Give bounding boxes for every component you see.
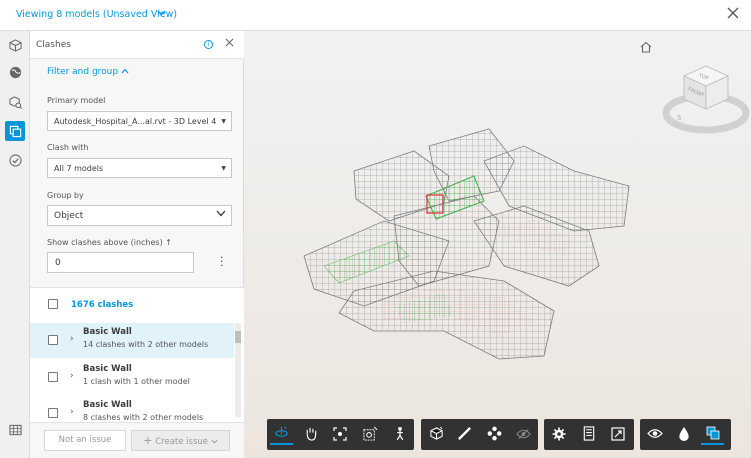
chevron-down-icon bbox=[216, 210, 226, 220]
filter-and-group-toggle[interactable]: Filter and group bbox=[47, 67, 129, 77]
model-viewer[interactable]: TOP FRONT S bbox=[244, 31, 751, 458]
first-person-icon[interactable] bbox=[388, 422, 411, 445]
close-icon[interactable] bbox=[727, 5, 739, 23]
navigation-toolbar bbox=[267, 419, 414, 450]
item-name: Basic Wall bbox=[83, 327, 132, 337]
check-icon[interactable] bbox=[5, 150, 25, 170]
scrollbar-thumb[interactable] bbox=[235, 331, 241, 343]
model-browser-icon[interactable] bbox=[5, 92, 25, 112]
clashes-icon[interactable] bbox=[5, 121, 25, 141]
plus-icon: + bbox=[143, 434, 153, 447]
globe-icon[interactable] bbox=[5, 62, 25, 82]
building-model[interactable]: TOP FRONT S bbox=[244, 31, 751, 458]
settings-toolbar bbox=[544, 419, 634, 450]
left-rail bbox=[0, 31, 30, 458]
modeling-toolbar bbox=[421, 419, 538, 450]
primary-model-select[interactable]: Autodesk_Hospital_A...al.rvt - 3D Level … bbox=[47, 111, 232, 131]
clash-view-icon[interactable] bbox=[701, 422, 724, 445]
create-issue-label: Create issue bbox=[155, 437, 208, 447]
select-all-checkbox[interactable] bbox=[48, 299, 58, 309]
object-isolation-icon[interactable] bbox=[672, 422, 695, 445]
view-cube[interactable]: TOP FRONT S bbox=[662, 65, 750, 134]
measure-icon[interactable] bbox=[453, 422, 476, 445]
cube-icon[interactable] bbox=[5, 35, 25, 55]
ghosting-icon[interactable] bbox=[512, 422, 535, 445]
group-by-value: Object bbox=[54, 211, 84, 221]
clashes-panel: Clashes i Filter and group Primary model… bbox=[30, 31, 244, 458]
fit-to-view-icon[interactable] bbox=[328, 422, 351, 445]
threshold-value: 0 bbox=[55, 258, 61, 268]
chevron-down-icon bbox=[211, 437, 218, 447]
settings-icon[interactable] bbox=[547, 422, 570, 445]
list-item[interactable]: › Basic Wall 14 clashes with 2 other mod… bbox=[30, 323, 234, 358]
clash-toolbar bbox=[640, 419, 731, 450]
group-by-label: Group by bbox=[47, 191, 84, 200]
item-detail: 14 clashes with 2 other models bbox=[83, 340, 209, 349]
item-detail: 1 clash with 1 other model bbox=[83, 377, 190, 386]
panel-header: Clashes i bbox=[30, 31, 244, 59]
chevron-up-icon bbox=[121, 67, 129, 77]
top-bar: Viewing 8 models (Unsaved View) bbox=[0, 0, 751, 31]
item-checkbox[interactable] bbox=[48, 372, 58, 382]
table-icon[interactable] bbox=[5, 420, 25, 440]
action-bar: Not an issue + Create issue bbox=[30, 422, 244, 458]
pan-icon[interactable] bbox=[299, 422, 322, 445]
item-detail: 8 clashes with 2 other models bbox=[83, 413, 204, 422]
info-icon[interactable]: i bbox=[204, 40, 213, 49]
group-by-select[interactable]: Object bbox=[47, 205, 232, 226]
properties-icon[interactable] bbox=[577, 422, 600, 445]
primary-model-label: Primary model bbox=[47, 96, 106, 105]
home-icon[interactable] bbox=[640, 41, 652, 53]
clash-with-label: Clash with bbox=[47, 143, 89, 152]
full-screen-icon[interactable] bbox=[606, 422, 629, 445]
item-checkbox[interactable] bbox=[48, 335, 58, 345]
chevron-right-icon[interactable]: › bbox=[70, 371, 74, 381]
list-item[interactable]: › Basic Wall 1 clash with 1 other model bbox=[30, 360, 234, 395]
chevron-right-icon[interactable]: › bbox=[70, 334, 74, 344]
item-checkbox[interactable] bbox=[48, 408, 58, 418]
dropdown-arrow-icon: ▼ bbox=[221, 118, 226, 125]
more-options-icon[interactable]: · · · bbox=[220, 252, 224, 271]
view-title[interactable]: Viewing 8 models (Unsaved View) bbox=[16, 9, 177, 20]
item-name: Basic Wall bbox=[83, 364, 132, 374]
not-an-issue-label: Not an issue bbox=[58, 435, 112, 445]
create-issue-button[interactable]: + Create issue bbox=[131, 430, 230, 451]
compass-label: S bbox=[677, 114, 682, 122]
filter-and-group-label: Filter and group bbox=[47, 67, 119, 77]
visibility-icon[interactable] bbox=[643, 422, 666, 445]
threshold-input[interactable]: 0 bbox=[47, 252, 194, 273]
orbit-icon[interactable] bbox=[270, 422, 293, 445]
item-name: Basic Wall bbox=[83, 400, 132, 410]
not-an-issue-button[interactable]: Not an issue bbox=[44, 430, 126, 451]
total-clashes-count: 1676 clashes bbox=[71, 300, 134, 310]
chevron-right-icon[interactable]: › bbox=[70, 407, 74, 417]
clash-with-select[interactable]: All 7 models ▼ bbox=[47, 158, 232, 178]
panel-close-icon[interactable] bbox=[225, 36, 234, 50]
primary-model-value: Autodesk_Hospital_A...al.rvt - 3D Level … bbox=[54, 117, 217, 126]
threshold-label: Show clashes above (inches) ↑ bbox=[47, 238, 172, 247]
dropdown-arrow-icon: ▼ bbox=[221, 165, 226, 172]
camera-interactions-icon[interactable] bbox=[359, 422, 382, 445]
section-analysis-icon[interactable] bbox=[425, 422, 448, 445]
explode-model-icon[interactable] bbox=[483, 422, 506, 445]
clash-with-value: All 7 models bbox=[54, 164, 104, 173]
chevron-down-icon[interactable] bbox=[157, 8, 166, 19]
list-scrollbar[interactable] bbox=[235, 323, 241, 417]
panel-title: Clashes bbox=[36, 40, 71, 50]
